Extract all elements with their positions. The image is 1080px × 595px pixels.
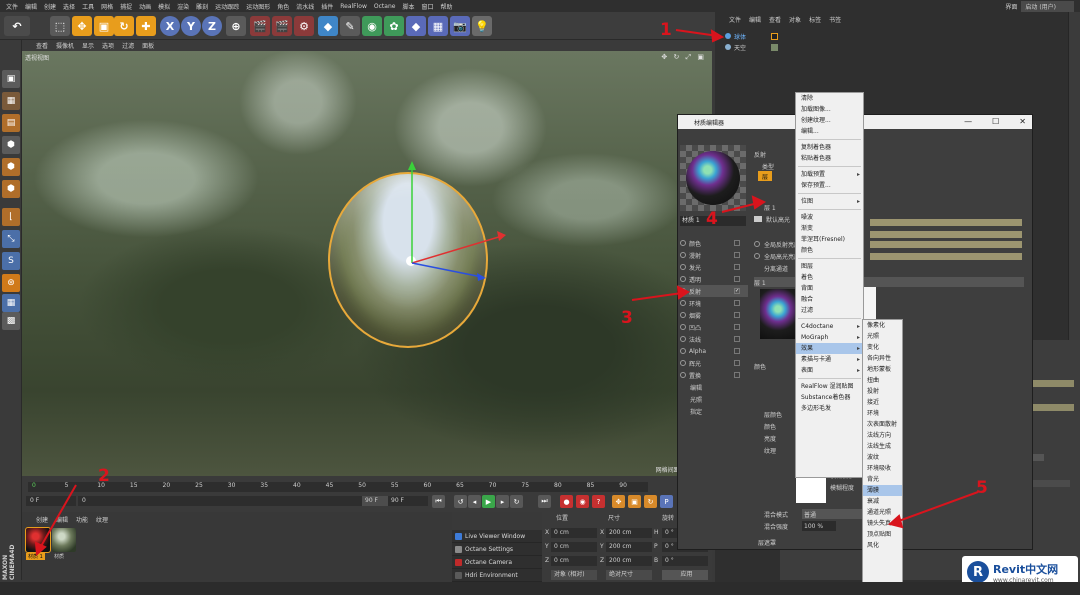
watermark-logo-icon: R [967, 561, 989, 583]
status-bar [0, 582, 1080, 595]
watermark-title: Revit中文网 [993, 562, 1059, 576]
annotation-arrows [34, 29, 979, 557]
